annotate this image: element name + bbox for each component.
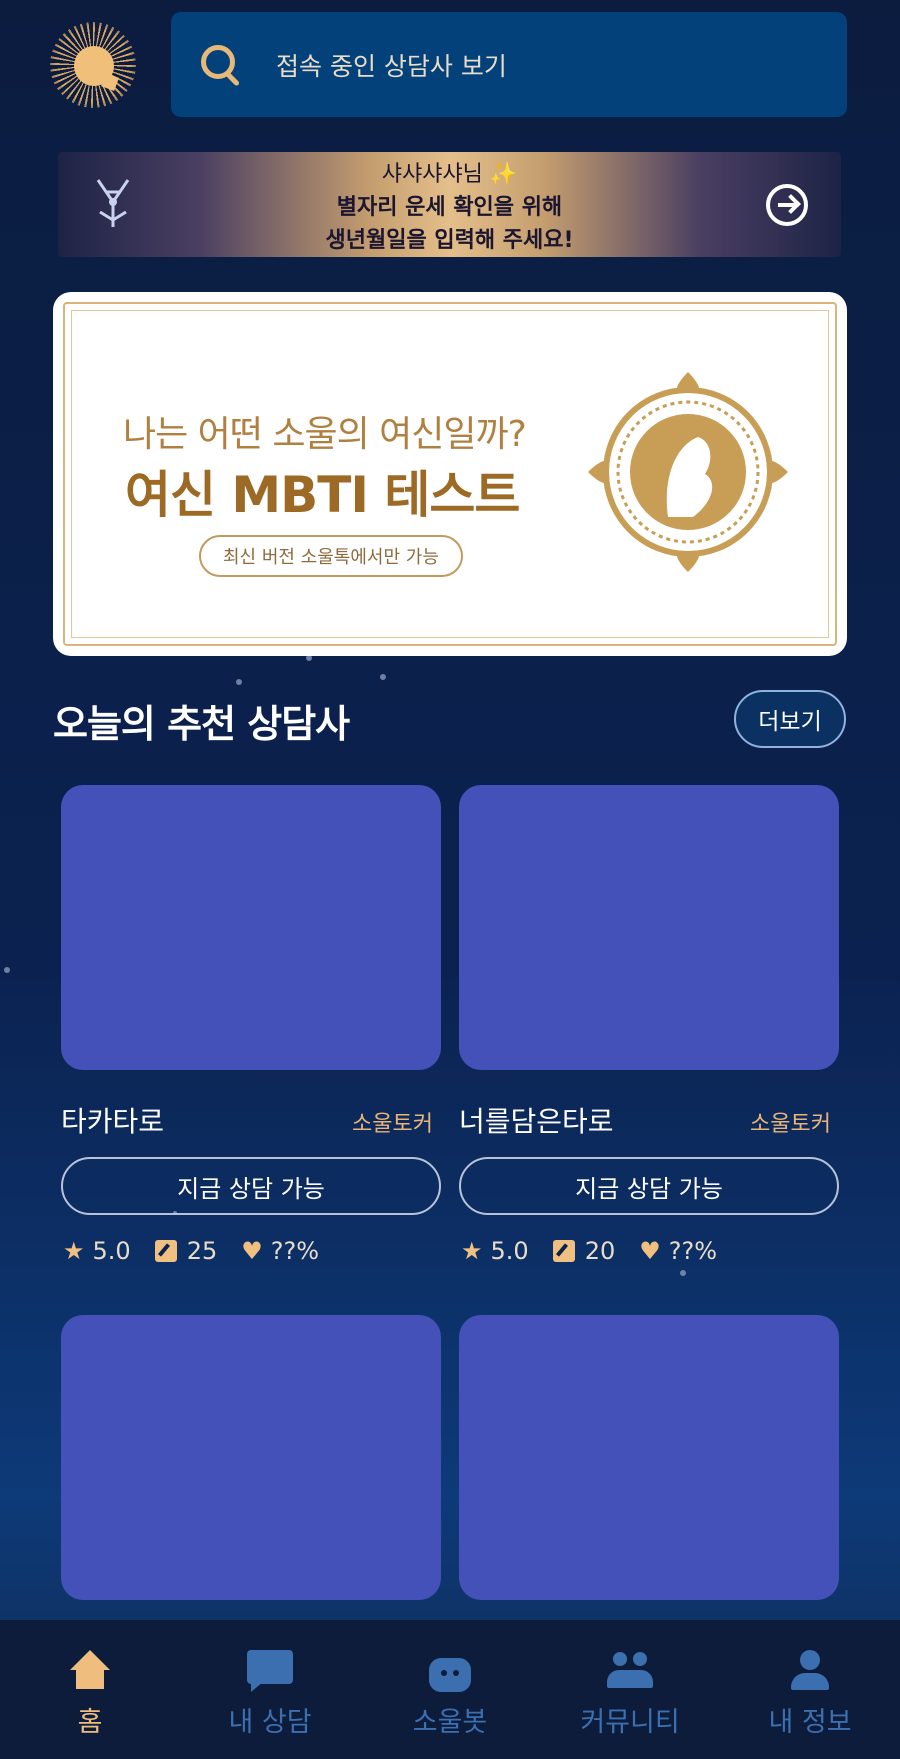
counselor-image[interactable]: [61, 785, 441, 1070]
consult-now-button[interactable]: 지금 상담 가능: [61, 1157, 441, 1215]
section-title: 오늘의 추천 상담사: [53, 702, 350, 746]
review-icon: [552, 1240, 575, 1262]
counselor-name[interactable]: 타카타로: [61, 1100, 164, 1140]
goddess-emblem-icon: [588, 372, 788, 572]
counselor-image[interactable]: [459, 785, 839, 1070]
people-icon: [607, 1650, 653, 1692]
nav-label: 내 상담: [228, 1707, 312, 1738]
nav-item-home[interactable]: 홈: [0, 1620, 180, 1759]
rating-value: 5.0: [92, 1237, 131, 1265]
more-button[interactable]: 더보기: [734, 690, 846, 748]
bottom-nav: 홈 내 상담 소울봇 커뮤니티 내 정보: [0, 1620, 900, 1759]
counselor-image[interactable]: [459, 1315, 839, 1600]
app-logo-mark: [74, 46, 114, 86]
star-icon: ★: [63, 1237, 85, 1265]
nav-item-my-consult[interactable]: 내 상담: [180, 1620, 360, 1759]
star-decoration: [236, 679, 242, 685]
rating-value: 5.0: [490, 1237, 529, 1265]
counselor-stats: ★ 5.0 25 ♥ ??%: [63, 1237, 343, 1265]
zodiac-line-2: 별자리 운세 확인을 위해: [336, 195, 563, 220]
nav-label: 소울봇: [412, 1707, 488, 1738]
review-icon: [154, 1240, 177, 1262]
counselor-name[interactable]: 너를담은타로: [459, 1100, 614, 1140]
zodiac-greeting: 샤샤샤샤님 ✨: [381, 162, 518, 187]
heart-icon: ♥: [241, 1237, 263, 1265]
nav-label: 커뮤니티: [580, 1707, 680, 1738]
bot-icon: [427, 1650, 473, 1692]
home-icon: [67, 1650, 113, 1692]
zodiac-message: 샤샤샤샤님 ✨ 별자리 운세 확인을 위해 생년월일을 입력해 주세요!: [58, 158, 841, 257]
chat-icon: [247, 1650, 293, 1692]
nav-label: 홈: [77, 1707, 103, 1738]
search-bar[interactable]: 접속 중인 상담사 보기: [171, 12, 847, 117]
counselor-tag: 소울토커: [352, 1112, 433, 1137]
mbti-test-banner[interactable]: 나는 어떤 소울의 여신일까? 여신 MBTI 테스트 최신 버전 소울톡에서만…: [53, 292, 847, 656]
search-icon: [201, 44, 241, 85]
banner-question: 나는 어떤 소울의 여신일까?: [123, 414, 527, 455]
nav-label: 내 정보: [768, 1707, 852, 1738]
user-icon: [787, 1650, 833, 1692]
satisfaction-rate: ??%: [270, 1237, 320, 1265]
nav-item-my-info[interactable]: 내 정보: [720, 1620, 900, 1759]
satisfaction-rate: ??%: [668, 1237, 718, 1265]
nav-item-community[interactable]: 커뮤니티: [540, 1620, 720, 1759]
banner-title: 여신 MBTI 테스트: [125, 466, 520, 524]
banner-pill: 최신 버전 소울톡에서만 가능: [199, 535, 463, 577]
star-decoration: [4, 967, 10, 973]
review-count: 25: [186, 1237, 218, 1265]
review-count: 20: [584, 1237, 616, 1265]
star-decoration: [680, 1270, 686, 1276]
counselor-image[interactable]: [61, 1315, 441, 1600]
arrow-right-icon[interactable]: [766, 184, 808, 226]
counselor-tag: 소울토커: [750, 1112, 831, 1137]
star-icon: ★: [461, 1237, 483, 1265]
nav-item-soulbot[interactable]: 소울봇: [360, 1620, 540, 1759]
star-decoration: [380, 674, 386, 680]
zodiac-banner[interactable]: 샤샤샤샤님 ✨ 별자리 운세 확인을 위해 생년월일을 입력해 주세요!: [58, 152, 841, 257]
counselor-stats: ★ 5.0 20 ♥ ??%: [461, 1237, 741, 1265]
heart-icon: ♥: [639, 1237, 661, 1265]
consult-now-button[interactable]: 지금 상담 가능: [459, 1157, 839, 1215]
zodiac-line-3: 생년월일을 입력해 주세요!: [325, 228, 574, 253]
search-placeholder: 접속 중인 상담사 보기: [276, 51, 507, 81]
